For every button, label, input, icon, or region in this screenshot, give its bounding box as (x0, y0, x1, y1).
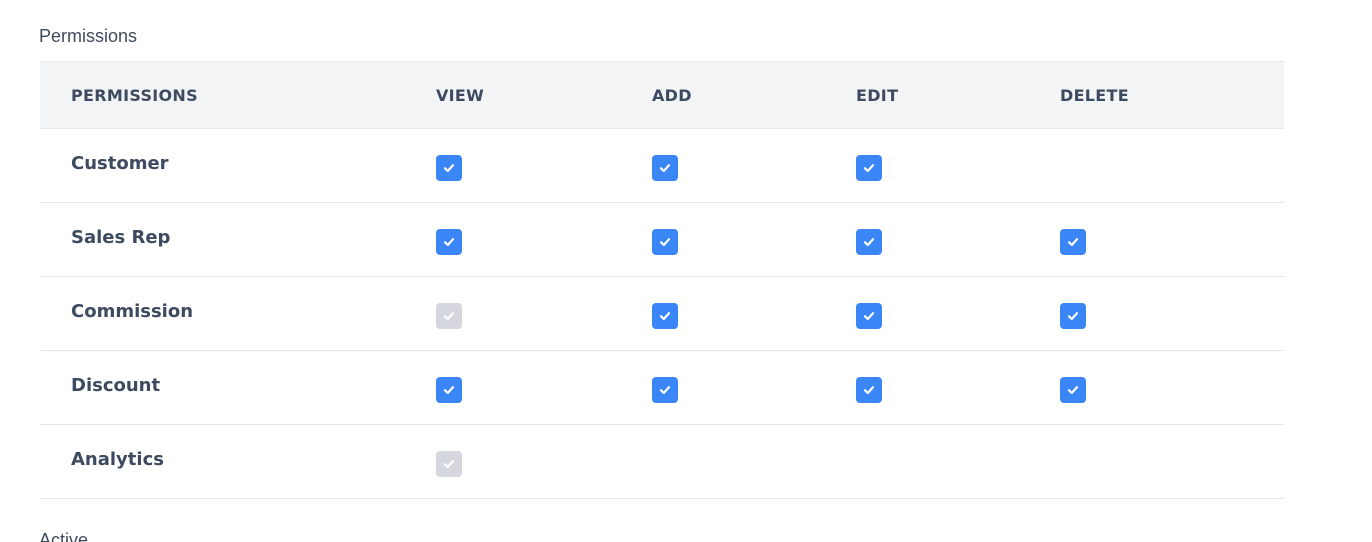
permission-name: Analytics (71, 449, 164, 470)
check-icon (863, 163, 875, 172)
table-row: Analytics (40, 425, 1284, 499)
permission-name: Commission (71, 301, 194, 322)
checkbox-view[interactable] (436, 154, 462, 181)
checkbox-view (436, 450, 462, 477)
table-row: Discount (40, 351, 1284, 425)
checkbox-edit[interactable] (856, 302, 882, 329)
check-icon (443, 311, 455, 320)
check-icon (443, 459, 455, 468)
cell-add (652, 277, 678, 350)
checkbox-add[interactable] (652, 376, 678, 403)
check-icon (659, 237, 671, 246)
checkbox-view[interactable] (436, 228, 462, 255)
checkbox-delete[interactable] (1060, 376, 1086, 403)
check-icon (863, 237, 875, 246)
cell-delete (1060, 277, 1086, 350)
check-icon (659, 311, 671, 320)
checkbox-delete[interactable] (1060, 228, 1086, 255)
checkbox-view (436, 302, 462, 329)
table-body: Customer Sales Rep Commission Discount Analy… (40, 129, 1284, 499)
checkbox-view[interactable] (436, 376, 462, 403)
check-icon (1067, 385, 1079, 394)
checkbox-edit[interactable] (856, 228, 882, 255)
checkbox-edit[interactable] (856, 376, 882, 403)
column-header-view: VIEW (436, 85, 485, 105)
checkbox-add[interactable] (652, 302, 678, 329)
cell-edit (856, 203, 882, 276)
check-icon (659, 163, 671, 172)
cell-delete (1060, 351, 1086, 424)
check-icon (1067, 311, 1079, 320)
cell-view (436, 129, 462, 202)
table-header: PERMISSIONS VIEW ADD EDIT DELETE (40, 61, 1284, 129)
column-header-add: ADD (652, 85, 692, 105)
cell-view (436, 203, 462, 276)
checkbox-delete[interactable] (1060, 302, 1086, 329)
table-row: Customer (40, 129, 1284, 203)
check-icon (443, 163, 455, 172)
check-icon (443, 385, 455, 394)
check-icon (659, 385, 671, 394)
cell-view (436, 425, 462, 498)
column-header-edit: EDIT (856, 85, 899, 105)
cell-edit (856, 351, 882, 424)
cell-edit (856, 277, 882, 350)
cell-add (652, 351, 678, 424)
cell-view (436, 351, 462, 424)
cell-delete (1060, 203, 1086, 276)
table-row: Commission (40, 277, 1284, 351)
check-icon (863, 385, 875, 394)
column-header-permissions: PERMISSIONS (71, 85, 198, 105)
permissions-page: Permissions PERMISSIONS VIEW ADD EDIT DE… (0, 0, 1372, 542)
check-icon (1067, 237, 1079, 246)
cell-edit (856, 129, 882, 202)
cell-add (652, 129, 678, 202)
cell-view (436, 277, 462, 350)
checkbox-add[interactable] (652, 154, 678, 181)
permissions-table: PERMISSIONS VIEW ADD EDIT DELETE Custome… (40, 61, 1284, 499)
section-title: Permissions (39, 26, 138, 46)
next-section-title: Active (39, 530, 89, 542)
check-icon (863, 311, 875, 320)
permission-name: Discount (71, 375, 161, 396)
cell-add (652, 203, 678, 276)
check-icon (443, 237, 455, 246)
checkbox-add[interactable] (652, 228, 678, 255)
permission-name: Customer (71, 153, 169, 174)
checkbox-edit[interactable] (856, 154, 882, 181)
table-row: Sales Rep (40, 203, 1284, 277)
permission-name: Sales Rep (71, 227, 171, 248)
column-header-delete: DELETE (1060, 85, 1129, 105)
